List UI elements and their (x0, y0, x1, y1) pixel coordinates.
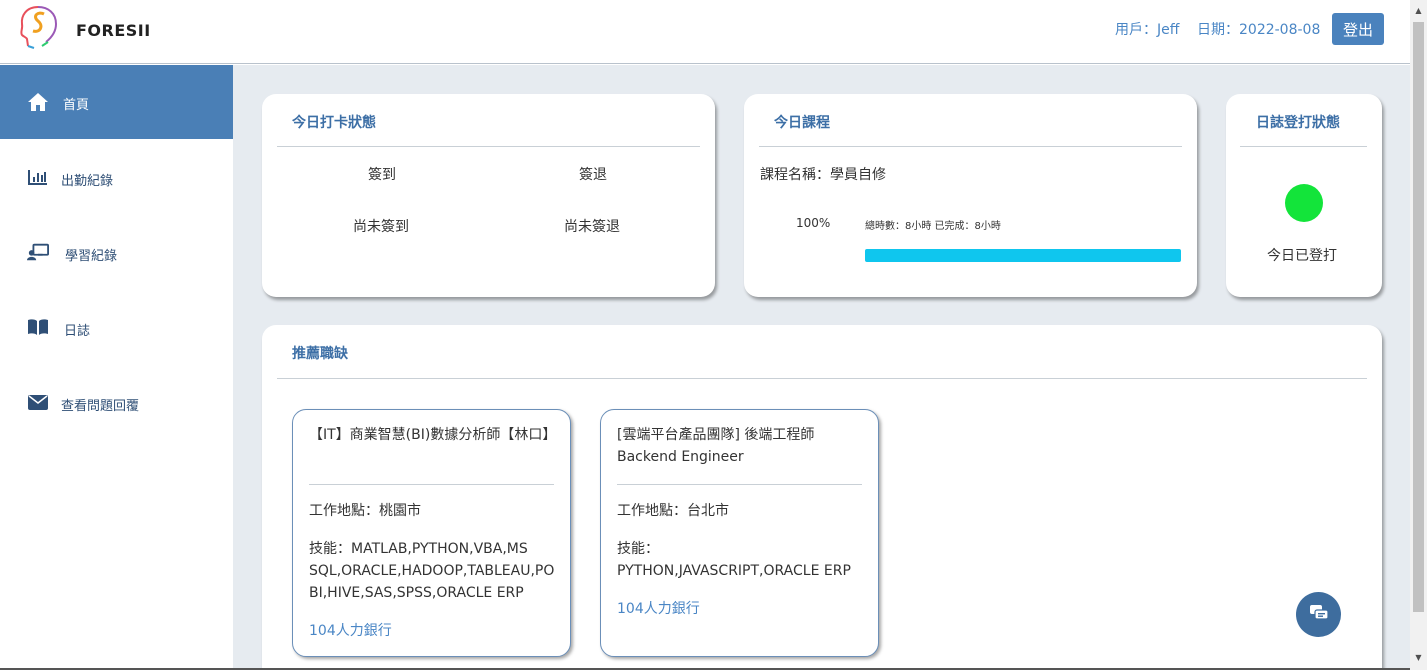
job-card[interactable]: [雲端平台產品團隊] 後端工程師 Backend Engineer 工作地點：台… (600, 409, 879, 657)
sidebar-item-journal[interactable]: 日誌 (0, 290, 233, 364)
card-title: 日誌登打狀態 (1256, 115, 1340, 131)
sidebar: 首頁 出勤紀錄 學習紀錄 日誌 查看問題回覆 (0, 65, 233, 670)
divider (1240, 146, 1367, 147)
scroll-down-icon[interactable]: ▼ (1414, 653, 1423, 662)
job-title[interactable]: 【IT】商業智慧(BI)數據分析師【林口】 (309, 424, 556, 446)
top-header: FORESII 用戶：Jeff 日期：2022-08-08 登出 (0, 0, 1410, 64)
course-progress-bar (865, 249, 1181, 262)
chat-fab-button[interactable] (1296, 592, 1341, 637)
teacher-board-icon (27, 242, 49, 262)
vertical-scrollbar[interactable]: ▲ ▼ (1410, 0, 1427, 670)
logo-head-icon (20, 6, 58, 49)
course-name: 課程名稱：學員自修 (760, 167, 886, 183)
job-skills: 技能：MATLAB,PYTHON,VBA,MS SQL,ORACLE,HADOO… (309, 541, 555, 601)
job-skills: 技能： PYTHON,JAVASCRIPT,ORACLE ERP (617, 541, 851, 579)
course-hours: 總時數：8小時 已完成：8小時 (865, 221, 1001, 232)
sidebar-item-replies[interactable]: 查看問題回覆 (0, 365, 233, 439)
sidebar-item-learning[interactable]: 學習紀錄 (0, 215, 233, 289)
card-title: 今日課程 (774, 115, 830, 131)
checkout-label: 簽退 (579, 167, 607, 183)
card-title: 推薦職缺 (292, 346, 348, 362)
divider (617, 484, 862, 485)
logout-button[interactable]: 登出 (1332, 13, 1384, 45)
checkout-status: 尚未簽退 (564, 219, 620, 235)
divider (277, 378, 1367, 379)
job-location: 工作地點：桃園市 (309, 503, 421, 519)
sidebar-item-home[interactable]: 首頁 (0, 65, 233, 139)
date-label: 日期：2022-08-08 (1197, 22, 1321, 38)
sidebar-item-label: 日誌 (64, 324, 91, 339)
checkin-label: 簽到 (368, 167, 396, 183)
home-icon (27, 92, 49, 112)
book-icon (27, 317, 49, 337)
sidebar-item-attendance[interactable]: 出勤紀錄 (0, 140, 233, 214)
scroll-thumb[interactable] (1413, 22, 1424, 612)
sidebar-item-label: 查看問題回覆 (61, 399, 140, 414)
status-indicator (1285, 184, 1323, 222)
sidebar-item-label: 學習紀錄 (65, 249, 118, 264)
divider (277, 146, 700, 147)
job-source-link[interactable]: 104人力銀行 (309, 620, 392, 640)
job-location: 工作地點：台北市 (617, 503, 729, 519)
job-source-link[interactable]: 104人力銀行 (617, 598, 700, 618)
job-title[interactable]: [雲端平台產品團隊] 後端工程師 Backend Engineer (617, 424, 862, 468)
log-status-card: 日誌登打狀態 今日已登打 (1226, 94, 1382, 297)
recommended-jobs-card: 推薦職缺 【IT】商業智慧(BI)數據分析師【林口】 工作地點：桃園市 技能：M… (262, 325, 1382, 670)
job-card[interactable]: 【IT】商業智慧(BI)數據分析師【林口】 工作地點：桃園市 技能：MATLAB… (292, 409, 571, 657)
scroll-up-icon[interactable]: ▲ (1414, 6, 1423, 15)
foresii-logo[interactable]: FORESII (18, 2, 150, 52)
user-name-label: 用戶：Jeff (1115, 22, 1180, 38)
divider (309, 484, 554, 485)
chat-icon (1309, 604, 1329, 626)
log-status-text: 今日已登打 (1267, 248, 1337, 264)
course-percent: 100% (796, 216, 831, 230)
sidebar-item-label: 首頁 (63, 98, 90, 113)
sidebar-item-label: 出勤紀錄 (61, 174, 114, 189)
checkin-status: 尚未簽到 (353, 219, 409, 235)
logo-text: FORESII (76, 21, 151, 40)
bar-chart-icon (27, 167, 49, 187)
divider (759, 146, 1182, 147)
card-title: 今日打卡狀態 (292, 115, 376, 131)
course-card: 今日課程 課程名稱：學員自修 100% 總時數：8小時 已完成：8小時 (744, 94, 1197, 297)
envelope-icon (27, 392, 49, 412)
punch-status-card: 今日打卡狀態 簽到 簽退 尚未簽到 尚未簽退 (262, 94, 715, 297)
